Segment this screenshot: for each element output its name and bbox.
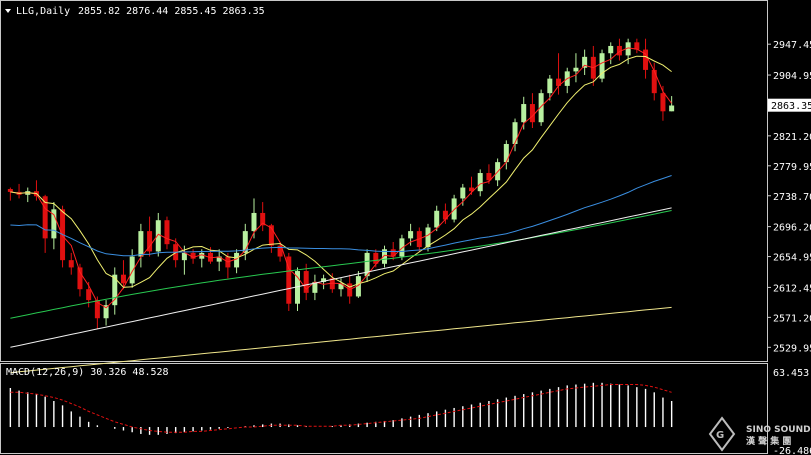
macd-tick-label: -26.486 bbox=[773, 446, 811, 455]
candle-bear bbox=[7, 189, 13, 192]
candle-bull bbox=[425, 227, 431, 248]
candle-bull bbox=[521, 104, 527, 123]
candle-bull bbox=[503, 143, 509, 163]
candle-bear bbox=[68, 260, 74, 268]
symbol-label: LLG,Daily bbox=[16, 6, 70, 17]
candle-bull bbox=[573, 67, 579, 72]
candle-bull bbox=[434, 210, 440, 228]
price-tick-label: 2738.70 bbox=[773, 192, 811, 203]
candle-bull bbox=[608, 45, 614, 54]
price-tick-label: 2821.20 bbox=[773, 132, 811, 143]
logo-glyph-icon: G bbox=[716, 430, 724, 441]
ohlc-readout: 2855.82 2876.44 2855.45 2863.35 bbox=[78, 6, 265, 17]
candle-bear bbox=[164, 220, 170, 245]
candle-bull bbox=[669, 105, 675, 112]
candle-bull bbox=[512, 122, 518, 144]
price-tick-label: 2654.95 bbox=[773, 253, 811, 264]
candle-bull bbox=[138, 231, 144, 257]
candle-bull bbox=[155, 220, 161, 252]
candle-bull bbox=[477, 173, 483, 192]
logo-line1: SINO SOUND bbox=[746, 425, 811, 435]
current-price-label: 2863.35 bbox=[771, 101, 811, 112]
candle-bear bbox=[660, 93, 666, 112]
candle-bear bbox=[86, 289, 92, 301]
candle-bull bbox=[547, 78, 553, 94]
candle-bear bbox=[120, 274, 126, 284]
price-tick-label: 2779.95 bbox=[773, 162, 811, 173]
candle-bull bbox=[460, 187, 466, 199]
candle-bull bbox=[181, 252, 187, 261]
macd-tick-label: 63.453 bbox=[773, 368, 809, 379]
candle-bull bbox=[234, 252, 240, 268]
candle-bear bbox=[442, 210, 448, 220]
price-tick-label: 2947.45 bbox=[773, 40, 811, 51]
current-price-marker: 2863.35 bbox=[768, 98, 811, 112]
candle-bear bbox=[651, 69, 657, 94]
chart-background bbox=[0, 0, 811, 455]
candle-bull bbox=[129, 256, 135, 284]
candle-bull bbox=[408, 231, 414, 239]
logo-line2: 漢 聲 集 團 bbox=[746, 435, 791, 447]
price-tick-label: 2571.20 bbox=[773, 313, 811, 324]
candle-bull bbox=[251, 212, 257, 232]
price-tick-label: 2612.45 bbox=[773, 283, 811, 294]
macd-label: MACD(12,26,9) 30.326 48.528 bbox=[6, 367, 169, 378]
price-tick-label: 2696.20 bbox=[773, 223, 811, 234]
candle-bear bbox=[529, 104, 535, 123]
price-tick-label: 2904.95 bbox=[773, 71, 811, 82]
price-tick-label: 2529.95 bbox=[773, 343, 811, 354]
chart-svg: 2947.45 2904.95 2821.20 2779.95 2738.70 2696.… bbox=[0, 0, 811, 455]
